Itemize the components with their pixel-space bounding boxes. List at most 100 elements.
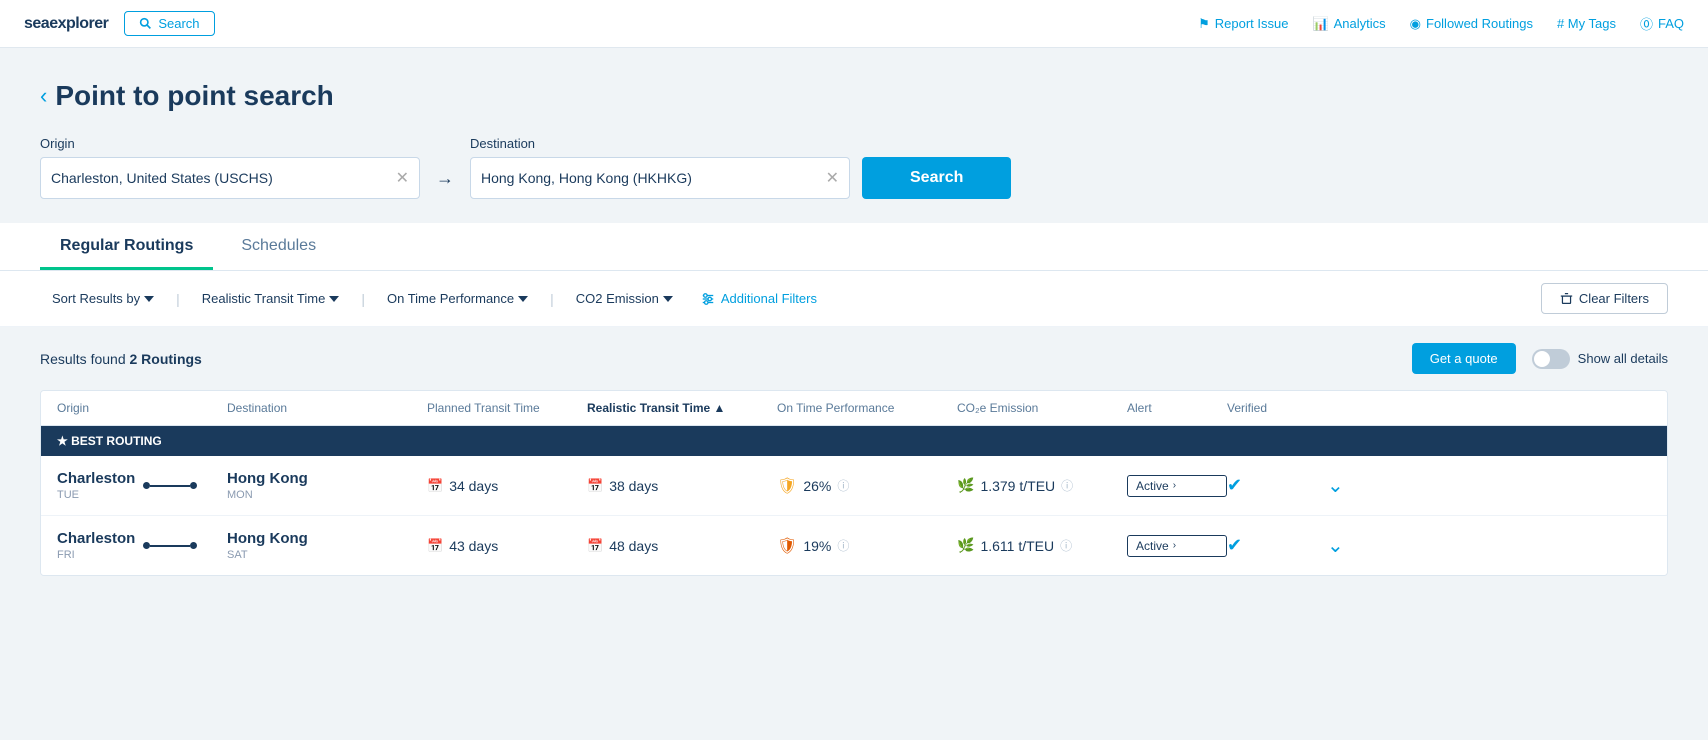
realistic-transit-filter[interactable]: Realistic Transit Time xyxy=(190,285,352,312)
analytics-link[interactable]: 📊 Analytics xyxy=(1312,16,1385,32)
routing-table: Origin Destination Planned Transit Time … xyxy=(40,390,1668,576)
row2-origin: Charleston FRI xyxy=(57,530,135,561)
active-badge[interactable]: Active › xyxy=(1127,475,1227,497)
route-dot-icon xyxy=(143,482,150,489)
show-all-toggle-switch[interactable] xyxy=(1532,349,1570,369)
my-tags-link[interactable]: # My Tags xyxy=(1557,16,1616,31)
row1-realistic-transit: 📅 38 days xyxy=(587,478,777,494)
verified-checkmark-icon: ✔ xyxy=(1227,475,1242,495)
origin-clear-icon[interactable]: ✕ xyxy=(396,168,409,188)
row2-otp: 🛡 19% ⓘ xyxy=(777,536,957,556)
row1-destination: Hong Kong MON xyxy=(227,470,427,501)
faq-link[interactable]: ⓪ FAQ xyxy=(1640,14,1684,33)
back-arrow-icon: ‹ xyxy=(40,83,47,109)
info-icon[interactable]: ⓘ xyxy=(1060,537,1072,554)
info-icon[interactable]: ⓘ xyxy=(1061,477,1073,494)
origin-input[interactable] xyxy=(51,170,388,186)
active-badge[interactable]: Active › xyxy=(1127,535,1227,557)
col-origin: Origin xyxy=(57,401,227,415)
separator-3: | xyxy=(550,291,554,307)
co2-filter[interactable]: CO2 Emission xyxy=(564,285,685,312)
row2-planned-transit: 📅 43 days xyxy=(427,538,587,554)
row2-destination: Hong Kong SAT xyxy=(227,530,427,561)
navbar-right: ⚑ Report Issue 📊 Analytics ◉ Followed Ro… xyxy=(1198,14,1684,33)
table-row: Charleston TUE Hong Kong MON 📅 34 days xyxy=(41,456,1667,516)
info-icon[interactable]: ⓘ xyxy=(837,537,849,554)
eye-icon: ◉ xyxy=(1410,16,1421,32)
destination-label: Destination xyxy=(470,136,850,151)
col-alert: Alert xyxy=(1127,401,1227,415)
calendar-icon: 📅 xyxy=(427,478,443,494)
bar-chart-icon: 📊 xyxy=(1312,16,1328,32)
route-dot-icon xyxy=(190,542,197,549)
destination-clear-icon[interactable]: ✕ xyxy=(826,168,839,188)
row2-route-line xyxy=(143,542,197,549)
origin-input-wrapper[interactable]: ✕ xyxy=(40,157,420,199)
table-row: Charleston FRI Hong Kong SAT 📅 43 days xyxy=(41,516,1667,575)
row1-alert: Active › xyxy=(1127,475,1227,497)
table-header: Origin Destination Planned Transit Time … xyxy=(41,391,1667,426)
leaf-icon: 🌿 xyxy=(957,537,974,554)
chevron-down-icon xyxy=(329,294,339,304)
tab-regular-routings[interactable]: Regular Routings xyxy=(40,223,213,270)
tabs-bar: Regular Routings Schedules xyxy=(0,223,1708,271)
leaf-icon: 🌿 xyxy=(957,477,974,494)
followed-routings-link[interactable]: ◉ Followed Routings xyxy=(1410,16,1533,32)
toggle-knob xyxy=(1534,351,1550,367)
sort-results-filter[interactable]: Sort Results by xyxy=(40,285,166,312)
expand-button[interactable]: ⌄ xyxy=(1327,533,1344,558)
navbar-left: seaexplorer Search xyxy=(24,11,215,36)
back-link[interactable]: ‹ Point to point search xyxy=(40,80,1668,112)
route-dot-icon xyxy=(143,542,150,549)
chevron-right-icon: › xyxy=(1173,540,1176,551)
expand-button[interactable]: ⌄ xyxy=(1327,473,1344,498)
brand-logo: seaexplorer xyxy=(24,15,108,33)
destination-input-wrapper[interactable]: ✕ xyxy=(470,157,850,199)
col-otp: On Time Performance xyxy=(777,401,957,415)
row2-expand[interactable]: ⌄ xyxy=(1327,533,1377,558)
info-icon[interactable]: ⓘ xyxy=(837,477,849,494)
col-planned-transit: Planned Transit Time xyxy=(427,401,587,415)
otp-filter[interactable]: On Time Performance xyxy=(375,285,540,312)
row2-emission: 🌿 1.611 t/TEU ⓘ xyxy=(957,537,1127,554)
row2-verified: ✔ xyxy=(1227,535,1327,556)
col-co2e: CO₂e Emission xyxy=(957,401,1127,415)
col-verified: Verified xyxy=(1227,401,1327,415)
row1-planned-transit: 📅 34 days xyxy=(427,478,587,494)
calendar-icon: 📅 xyxy=(587,478,603,494)
best-routing-banner: ★ BEST ROUTING xyxy=(41,426,1667,456)
additional-filters-button[interactable]: Additional Filters xyxy=(701,291,817,306)
page-title: Point to point search xyxy=(55,80,333,112)
arrow-connector-icon: → xyxy=(436,168,454,189)
destination-input[interactable] xyxy=(481,170,818,186)
results-actions: Get a quote Show all details xyxy=(1412,343,1668,374)
row2-realistic-transit: 📅 48 days xyxy=(587,538,777,554)
route-dash-icon xyxy=(150,545,190,547)
row1-expand[interactable]: ⌄ xyxy=(1327,473,1377,498)
route-dash-icon xyxy=(150,485,190,487)
route-dot-icon xyxy=(190,482,197,489)
chevron-down-icon xyxy=(663,294,673,304)
separator-2: | xyxy=(361,291,365,307)
results-count: 2 Routings xyxy=(130,351,202,367)
row1-origin: Charleston TUE xyxy=(57,470,135,501)
results-header: Results found 2 Routings Get a quote Sho… xyxy=(40,343,1668,374)
search-action-button[interactable]: Search xyxy=(862,157,1011,199)
tab-schedules[interactable]: Schedules xyxy=(221,223,336,270)
get-quote-button[interactable]: Get a quote xyxy=(1412,343,1516,374)
col-expand xyxy=(1327,401,1377,415)
col-realistic-transit[interactable]: Realistic Transit Time ▲ xyxy=(587,401,777,415)
row1-verified: ✔ xyxy=(1227,475,1327,496)
chevron-right-icon: › xyxy=(1173,480,1176,491)
row1-emission: 🌿 1.379 t/TEU ⓘ xyxy=(957,477,1127,494)
verified-checkmark-icon: ✔ xyxy=(1227,535,1242,555)
chevron-down-icon xyxy=(518,294,528,304)
row2-alert: Active › xyxy=(1127,535,1227,557)
origin-field-group: Origin ✕ xyxy=(40,136,420,199)
flag-icon: ⚑ xyxy=(1198,16,1210,32)
report-issue-link[interactable]: ⚑ Report Issue xyxy=(1198,16,1288,32)
row2-origin-col: Charleston FRI xyxy=(57,530,227,561)
search-button[interactable]: Search xyxy=(124,11,214,36)
show-all-details-toggle: Show all details xyxy=(1532,349,1668,369)
clear-filters-button[interactable]: Clear Filters xyxy=(1541,283,1668,314)
